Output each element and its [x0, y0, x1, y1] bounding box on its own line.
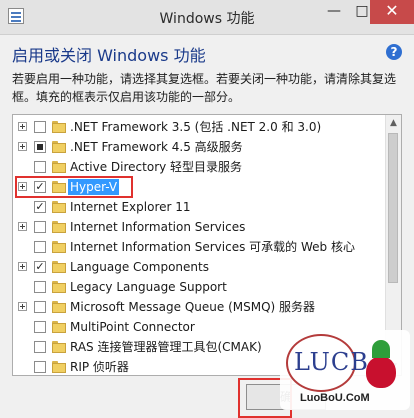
feature-label[interactable]: Legacy Language Support	[68, 279, 229, 295]
expand-plus-icon[interactable]	[18, 122, 27, 131]
feature-label[interactable]: Language Components	[68, 259, 211, 275]
expand-plus-icon[interactable]	[18, 142, 27, 151]
feature-checkbox[interactable]	[34, 281, 46, 293]
feature-label[interactable]: RAS 连接管理器管理工具包(CMAK)	[68, 339, 264, 355]
feature-checkbox[interactable]	[34, 161, 46, 173]
feature-label[interactable]: MultiPoint Connector	[68, 319, 197, 335]
feature-checkbox[interactable]	[34, 321, 46, 333]
description-text: 若要启用一种功能，请选择其复选框。若要关闭一种功能，请清除其复选框。填充的框表示…	[12, 72, 397, 104]
selection-highlight-frame	[15, 176, 133, 198]
feature-checkbox[interactable]	[34, 301, 46, 313]
help-icon[interactable]: ?	[386, 44, 402, 60]
feature-row[interactable]: .NET Framework 3.5 (包括 .NET 2.0 和 3.0)	[13, 117, 385, 137]
feature-checkbox[interactable]	[34, 221, 46, 233]
folder-icon	[52, 321, 66, 333]
feature-row[interactable]: Active Directory 轻型目录服务	[13, 157, 385, 177]
title-bar[interactable]: Windows 功能 — □ ✕	[0, 0, 414, 35]
feature-label[interactable]: RIP 侦听器	[68, 359, 131, 375]
folder-icon	[52, 121, 66, 133]
feature-label[interactable]: Internet Information Services	[68, 219, 247, 235]
feature-row[interactable]: Microsoft Message Queue (MSMQ) 服务器	[13, 297, 385, 317]
feature-row[interactable]: ✓ Internet Explorer 11	[13, 197, 385, 217]
folder-icon	[52, 241, 66, 253]
close-button[interactable]: ✕	[370, 0, 414, 24]
folder-icon	[52, 201, 66, 213]
feature-label[interactable]: Active Directory 轻型目录服务	[68, 159, 244, 175]
scroll-up-arrow-icon[interactable]: ▲	[386, 115, 401, 131]
folder-icon	[52, 341, 66, 353]
feature-row[interactable]: Internet Information Services 可承载的 Web 核…	[13, 237, 385, 257]
folder-icon	[52, 301, 66, 313]
windows-features-dialog: Windows 功能 — □ ✕ 启用或关闭 Windows 功能 ? 若要启用…	[0, 0, 414, 418]
feature-checkbox[interactable]: ✓	[34, 261, 46, 273]
feature-row[interactable]: Legacy Language Support	[13, 277, 385, 297]
feature-checkbox[interactable]	[34, 141, 46, 153]
folder-icon	[52, 261, 66, 273]
feature-label[interactable]: Microsoft Message Queue (MSMQ) 服务器	[68, 299, 317, 315]
feature-checkbox[interactable]	[34, 361, 46, 373]
expand-plus-icon[interactable]	[18, 262, 27, 271]
radish-icon	[358, 340, 404, 394]
folder-icon	[52, 281, 66, 293]
feature-label[interactable]: Internet Explorer 11	[68, 199, 193, 215]
expand-plus-icon[interactable]	[18, 222, 27, 231]
folder-icon	[52, 161, 66, 173]
feature-checkbox[interactable]	[34, 241, 46, 253]
expand-plus-icon[interactable]	[18, 302, 27, 311]
feature-checkbox[interactable]	[34, 341, 46, 353]
feature-row[interactable]: ✓ Language Components	[13, 257, 385, 277]
folder-icon	[52, 141, 66, 153]
feature-label[interactable]: .NET Framework 3.5 (包括 .NET 2.0 和 3.0)	[68, 119, 323, 135]
feature-row[interactable]: .NET Framework 4.5 高级服务	[13, 137, 385, 157]
scrollbar-thumb[interactable]	[388, 133, 398, 283]
dialog-heading: 启用或关闭 Windows 功能	[12, 46, 206, 65]
feature-checkbox[interactable]: ✓	[34, 201, 46, 213]
feature-label[interactable]: .NET Framework 4.5 高级服务	[68, 139, 245, 155]
folder-icon	[52, 361, 66, 373]
feature-row[interactable]: Internet Information Services	[13, 217, 385, 237]
watermark: LUCB LuoBoU.CoM	[280, 330, 410, 410]
folder-icon	[52, 221, 66, 233]
feature-label[interactable]: Internet Information Services 可承载的 Web 核…	[68, 239, 357, 255]
feature-checkbox[interactable]	[34, 121, 46, 133]
watermark-domain: LuoBoU.CoM	[300, 392, 370, 404]
minimize-button[interactable]: —	[320, 0, 348, 24]
